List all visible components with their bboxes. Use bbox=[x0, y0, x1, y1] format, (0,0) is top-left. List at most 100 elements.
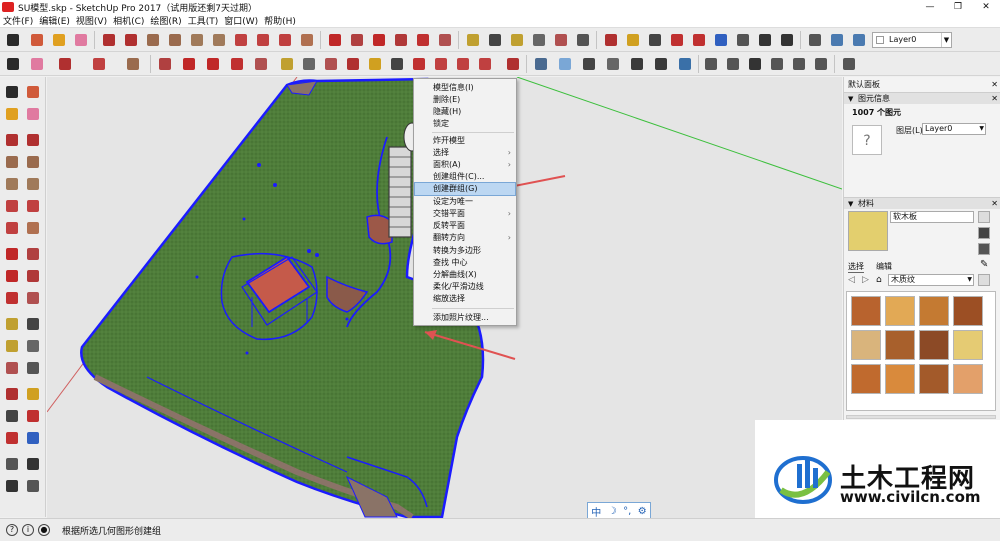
layer-dropdown[interactable]: Layer0 ▼ bbox=[872, 32, 952, 48]
move-icon[interactable] bbox=[180, 55, 198, 73]
push-pull-icon[interactable] bbox=[156, 55, 174, 73]
axes-icon[interactable] bbox=[322, 55, 340, 73]
circle-icon[interactable] bbox=[188, 31, 206, 49]
line-tool-icon[interactable] bbox=[3, 131, 21, 149]
top-view-icon[interactable] bbox=[724, 55, 742, 73]
home-icon[interactable]: ⌂ bbox=[876, 275, 882, 285]
material-swatch[interactable] bbox=[919, 364, 949, 394]
move-icon[interactable] bbox=[326, 31, 344, 49]
circle-icon[interactable] bbox=[3, 175, 21, 193]
display-secondary-icon[interactable] bbox=[978, 211, 990, 223]
polygon-icon[interactable] bbox=[24, 175, 42, 193]
material-swatch[interactable] bbox=[885, 330, 915, 360]
menu-camera[interactable]: 相机(C) bbox=[110, 14, 147, 27]
eraser-icon[interactable] bbox=[72, 31, 90, 49]
material-library-dropdown[interactable]: 木质纹 ▼ bbox=[888, 274, 974, 286]
tab-edit[interactable]: 编辑 bbox=[876, 261, 892, 272]
dimension-icon[interactable] bbox=[486, 31, 504, 49]
three-point-arc-icon[interactable] bbox=[276, 31, 294, 49]
push-pull-icon[interactable] bbox=[348, 31, 366, 49]
tray-controls[interactable]: ✕ bbox=[991, 79, 998, 91]
rotated-rectangle-icon[interactable] bbox=[166, 31, 184, 49]
section-plane-icon[interactable] bbox=[24, 477, 42, 495]
protractor-icon[interactable] bbox=[3, 337, 21, 355]
previous-view-icon[interactable] bbox=[712, 31, 730, 49]
details-menu-icon[interactable] bbox=[978, 274, 990, 286]
menu-help[interactable]: 帮助(H) bbox=[261, 14, 299, 27]
section-cut-icon[interactable] bbox=[850, 31, 868, 49]
default-material-icon[interactable] bbox=[978, 243, 990, 255]
rotate-icon[interactable] bbox=[370, 31, 388, 49]
materials-header[interactable]: ▼ 材料 ✕ bbox=[844, 197, 1000, 209]
two-point-arc-icon[interactable] bbox=[254, 31, 272, 49]
material-swatch[interactable] bbox=[885, 296, 915, 326]
look-around-icon[interactable] bbox=[24, 455, 42, 473]
settings-icon[interactable]: ⚙ bbox=[638, 506, 647, 517]
offset-icon[interactable] bbox=[24, 289, 42, 307]
menu-explode-curve[interactable]: 分解曲线(X) bbox=[415, 269, 515, 281]
rotated-rectangle-icon[interactable] bbox=[24, 153, 42, 171]
menu-file[interactable]: 文件(F) bbox=[0, 14, 36, 27]
protractor-icon[interactable] bbox=[508, 31, 526, 49]
menu-zoom-selection[interactable]: 缩放选择 bbox=[415, 293, 515, 305]
previous-view-icon[interactable] bbox=[24, 429, 42, 447]
position-camera-icon[interactable] bbox=[3, 455, 21, 473]
walk-icon[interactable] bbox=[778, 31, 796, 49]
two-point-arc-icon[interactable] bbox=[24, 197, 42, 215]
forward-arrow-icon[interactable]: ▷ bbox=[862, 275, 869, 285]
move-icon[interactable] bbox=[3, 245, 21, 263]
zoom-extents-icon[interactable] bbox=[690, 31, 708, 49]
freehand-icon[interactable] bbox=[122, 31, 140, 49]
right-view-icon[interactable] bbox=[768, 55, 786, 73]
menu-edit[interactable]: 编辑(E) bbox=[36, 14, 73, 27]
eraser-icon[interactable] bbox=[28, 55, 46, 73]
menu-find-center[interactable]: 查找 中心 bbox=[415, 257, 515, 269]
menu-lock[interactable]: 锁定 bbox=[415, 118, 515, 130]
material-swatch[interactable] bbox=[953, 330, 983, 360]
rotate-icon[interactable] bbox=[204, 55, 222, 73]
menu-draw[interactable]: 绘图(R) bbox=[147, 14, 184, 27]
layer-visible-checkbox[interactable] bbox=[876, 36, 884, 44]
make-component-icon[interactable] bbox=[28, 31, 46, 49]
select-tool-icon[interactable] bbox=[4, 31, 22, 49]
pan-icon[interactable] bbox=[366, 55, 384, 73]
rectangle-icon[interactable] bbox=[144, 31, 162, 49]
rectangle-icon[interactable] bbox=[3, 153, 21, 171]
menu-area[interactable]: 面积(A) › bbox=[415, 159, 515, 171]
material-swatch[interactable] bbox=[953, 296, 983, 326]
zoom-icon[interactable] bbox=[388, 55, 406, 73]
line-tool-icon[interactable] bbox=[56, 55, 74, 73]
extension-warehouse-icon[interactable] bbox=[476, 55, 494, 73]
arc-icon[interactable] bbox=[3, 197, 21, 215]
look-around-icon[interactable] bbox=[756, 31, 774, 49]
panel-close-icon[interactable]: ✕ bbox=[991, 198, 998, 210]
material-swatch[interactable] bbox=[851, 296, 881, 326]
menu-reverse-faces[interactable]: 反转平面 bbox=[415, 220, 515, 232]
left-view-icon[interactable] bbox=[812, 55, 830, 73]
menu-make-unique[interactable]: 设定为唯一 bbox=[415, 196, 515, 208]
hidden-line-icon[interactable] bbox=[604, 55, 622, 73]
zoom-window-icon[interactable] bbox=[668, 31, 686, 49]
back-view-icon[interactable] bbox=[790, 55, 808, 73]
menu-delete[interactable]: 删除(E) bbox=[415, 94, 515, 106]
text-tool-icon[interactable] bbox=[24, 337, 42, 355]
eraser-icon[interactable] bbox=[24, 105, 42, 123]
create-material-icon[interactable] bbox=[978, 227, 990, 239]
menu-flip-along[interactable]: 翻转方向 › bbox=[415, 232, 515, 244]
credits-icon[interactable]: i bbox=[22, 524, 34, 536]
pan-icon[interactable] bbox=[624, 31, 642, 49]
paint-bucket-icon[interactable] bbox=[3, 105, 21, 123]
zoom-extents-icon[interactable] bbox=[410, 55, 428, 73]
menu-hide[interactable]: 隐藏(H) bbox=[415, 106, 515, 118]
menu-make-group[interactable]: 创建群组(G) bbox=[414, 182, 516, 196]
moon-icon[interactable]: ☽ bbox=[608, 506, 617, 517]
menu-intersect-faces[interactable]: 交错平面 › bbox=[415, 208, 515, 220]
rotate-icon[interactable] bbox=[3, 267, 21, 285]
menu-select[interactable]: 选择 › bbox=[415, 147, 515, 159]
text-tool-icon[interactable] bbox=[530, 31, 548, 49]
menu-convert-polygon[interactable]: 转换为多边形 bbox=[415, 245, 515, 257]
monochrome-icon[interactable] bbox=[676, 55, 694, 73]
scale-icon[interactable] bbox=[3, 289, 21, 307]
ime-mode[interactable]: 中 bbox=[591, 504, 601, 519]
close-button[interactable]: ✕ bbox=[972, 0, 1000, 14]
